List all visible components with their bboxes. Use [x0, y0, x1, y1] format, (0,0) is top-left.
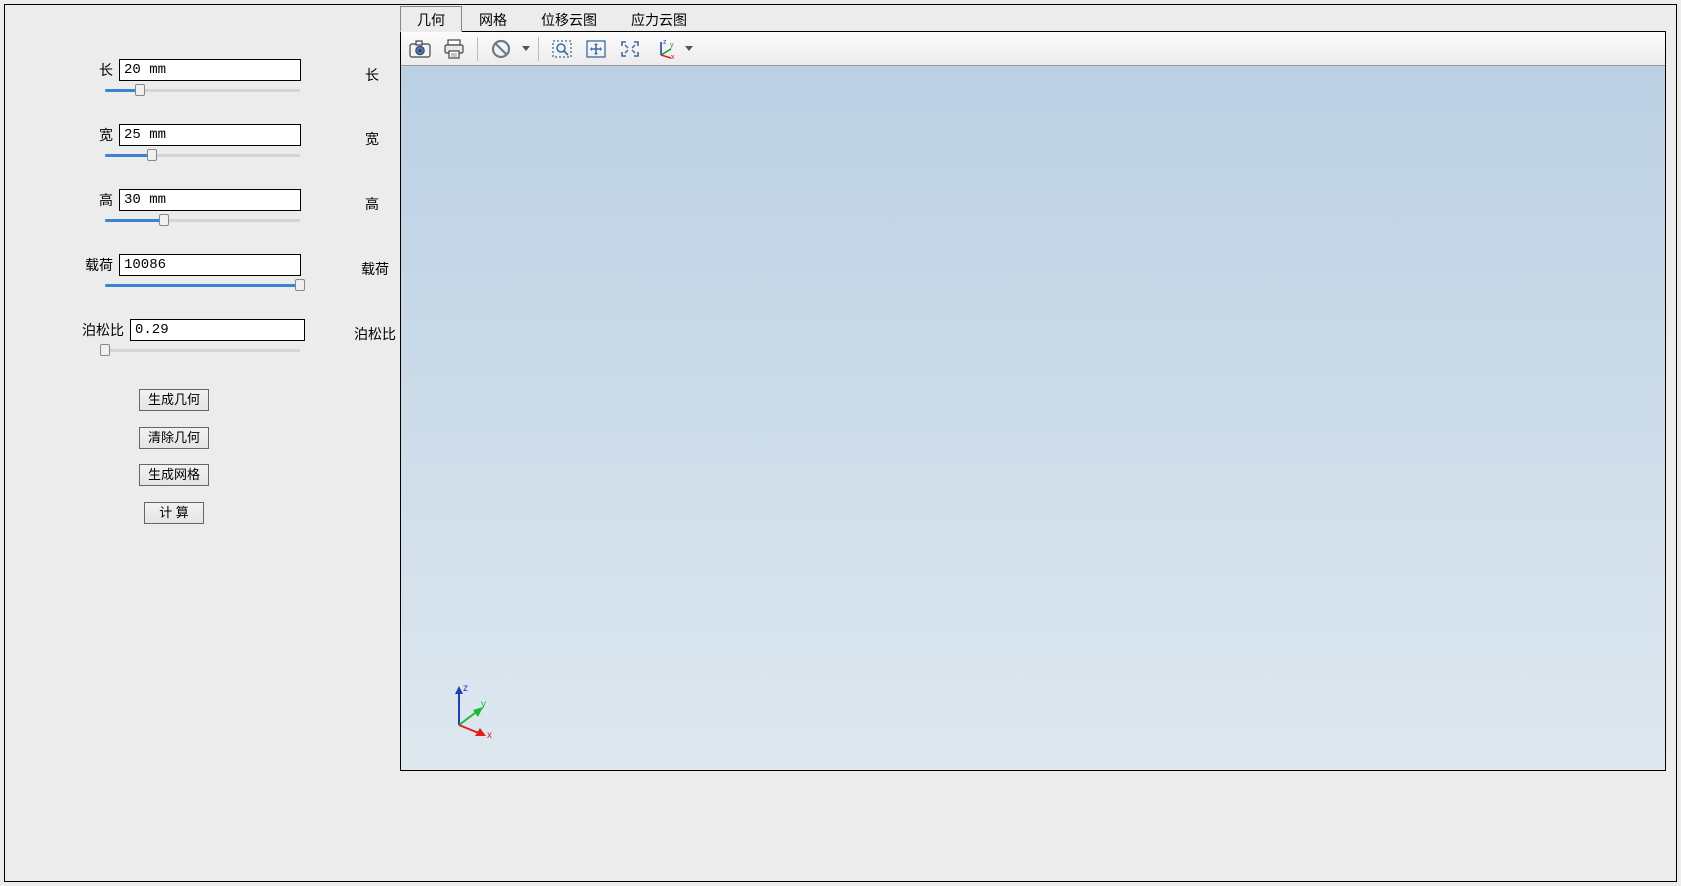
input-poisson[interactable] [130, 319, 305, 341]
compute-button[interactable]: 计 算 [144, 502, 204, 524]
app-window: 长 宽 高 载荷 [4, 4, 1677, 882]
label-poisson: 泊松比 [82, 320, 124, 340]
svg-text:y: y [670, 42, 674, 49]
mirror-label-poisson: 泊松比 [354, 324, 396, 344]
tab-geometry[interactable]: 几何 [400, 6, 462, 32]
zoom-box-icon[interactable] [547, 35, 577, 63]
axis-gizmo: z y x [441, 680, 501, 740]
input-width[interactable] [119, 124, 301, 146]
label-width: 宽 [95, 125, 113, 145]
param-row-height: 高 [95, 189, 301, 211]
input-load[interactable] [119, 254, 301, 276]
left-panel: 长 宽 高 载荷 [5, 5, 360, 881]
svg-text:x: x [671, 54, 675, 59]
mirror-label-width: 宽 [365, 129, 379, 149]
label-height: 高 [95, 190, 113, 210]
slider-thumb[interactable] [100, 344, 110, 356]
axis-z-label: z [463, 683, 468, 694]
slider-load[interactable] [105, 282, 300, 288]
camera-icon[interactable] [405, 35, 435, 63]
mirror-label-height: 高 [365, 194, 379, 214]
slider-length[interactable] [105, 87, 300, 93]
slider-height[interactable] [105, 217, 300, 223]
viewport-3d[interactable]: z y x [401, 66, 1665, 770]
tab-mesh[interactable]: 网格 [462, 6, 524, 32]
viewer-area: 几何 网格 位移云图 应力云图 [400, 9, 1666, 791]
slider-thumb[interactable] [147, 149, 157, 161]
param-row-length: 长 [95, 59, 301, 81]
viewer-frame: z y x z [400, 31, 1666, 771]
toolbar-divider [477, 37, 478, 61]
mirror-label-length: 长 [365, 65, 379, 85]
input-height[interactable] [119, 189, 301, 211]
viewer-toolbar: z y x [401, 32, 1665, 66]
tab-stress[interactable]: 应力云图 [614, 6, 704, 32]
clear-geometry-button[interactable]: 清除几何 [139, 427, 209, 449]
label-load: 载荷 [77, 255, 113, 275]
generate-mesh-button[interactable]: 生成网格 [139, 464, 209, 486]
toolbar-divider [538, 37, 539, 61]
chevron-down-icon[interactable] [522, 46, 530, 51]
param-row-width: 宽 [95, 124, 301, 146]
axes-orient-icon[interactable]: z y x [649, 35, 679, 63]
tabs: 几何 网格 位移云图 应力云图 [400, 9, 1666, 31]
slider-width[interactable] [105, 152, 300, 158]
chevron-down-icon[interactable] [685, 46, 693, 51]
tab-displacement[interactable]: 位移云图 [524, 6, 614, 32]
print-icon[interactable] [439, 35, 469, 63]
slider-thumb[interactable] [295, 279, 305, 291]
mirror-label-load: 载荷 [361, 259, 389, 279]
fit-view-icon[interactable] [615, 35, 645, 63]
no-sign-icon[interactable] [486, 35, 516, 63]
param-row-poisson: 泊松比 [82, 319, 305, 341]
axis-x-label: x [487, 730, 492, 740]
axis-y-label: y [481, 699, 486, 710]
generate-geometry-button[interactable]: 生成几何 [139, 389, 209, 411]
svg-text:z: z [663, 39, 667, 46]
param-row-load: 载荷 [95, 254, 301, 276]
slider-thumb[interactable] [135, 84, 145, 96]
slider-poisson[interactable] [105, 347, 300, 353]
pan-icon[interactable] [581, 35, 611, 63]
slider-thumb[interactable] [159, 214, 169, 226]
label-length: 长 [95, 60, 113, 80]
input-length[interactable] [119, 59, 301, 81]
